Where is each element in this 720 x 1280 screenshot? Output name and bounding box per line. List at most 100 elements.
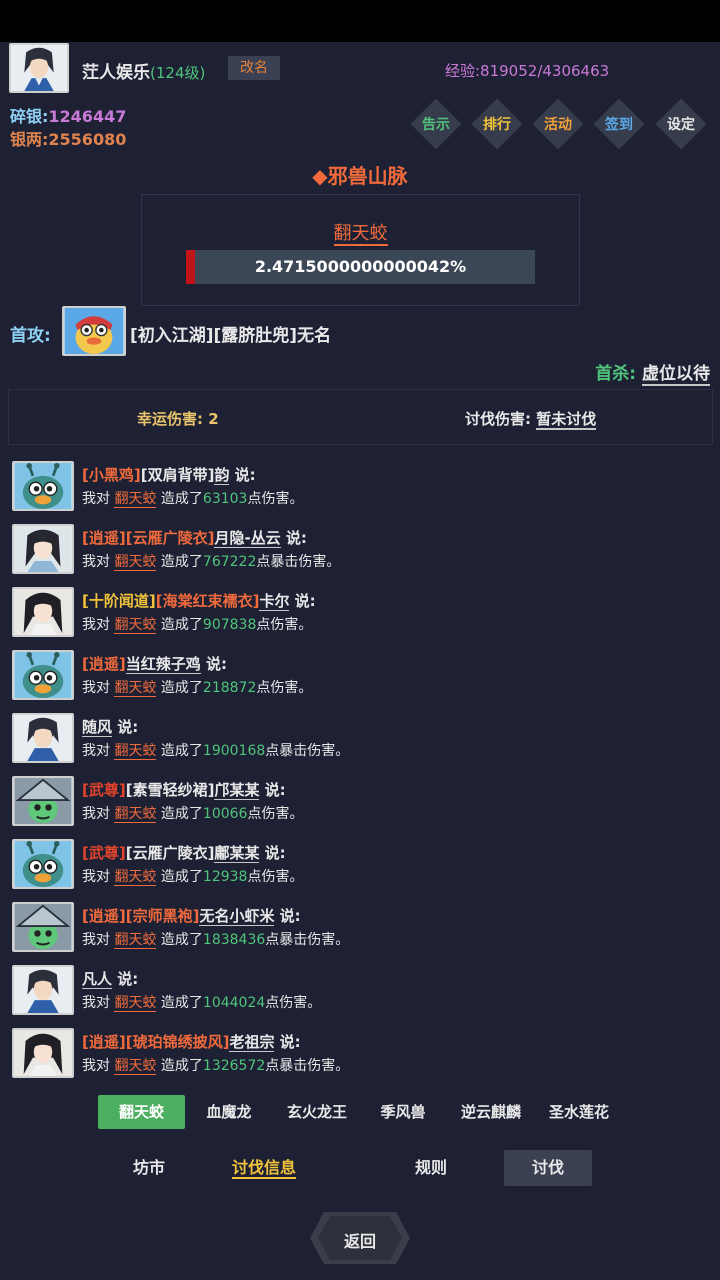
- message-avatar[interactable]: [12, 902, 74, 952]
- boss-link[interactable]: 翻天蛟: [114, 491, 157, 508]
- ranking-button[interactable]: 排行: [467, 98, 527, 150]
- says-label: 说:: [259, 844, 286, 862]
- message-row: [逍遥][宗师黑袍]无名小虾米 说: 我对 翻天蛟 造成了1838436点暴击伤害…: [12, 902, 712, 956]
- speaker-name[interactable]: 随风: [82, 718, 113, 737]
- message-text: 造成了: [156, 932, 203, 948]
- checkin-button[interactable]: 签到: [589, 98, 649, 150]
- message-avatar[interactable]: [12, 650, 74, 700]
- message-text: 点伤害。: [256, 617, 313, 633]
- speaker-name[interactable]: 卡尔: [259, 592, 290, 611]
- player-title-tag: [武尊]: [82, 781, 126, 799]
- message-header: [逍遥][琥珀锦绣披风]老祖宗 说:: [82, 1031, 301, 1052]
- speaker-name[interactable]: 当红辣子鸡: [125, 655, 201, 674]
- message-body: 我对 翻天蛟 造成了63103点伤害。: [82, 488, 303, 508]
- boss-link[interactable]: 翻天蛟: [114, 617, 157, 634]
- speaker-name[interactable]: 老祖宗: [229, 1033, 275, 1052]
- message-avatar[interactable]: [12, 713, 74, 763]
- message-avatar[interactable]: [12, 587, 74, 637]
- first-attack-name[interactable]: [初入江湖][露脐肚兜]无名: [130, 321, 331, 346]
- message-text: 我对: [82, 680, 115, 696]
- message-text: 我对: [82, 806, 115, 822]
- tab-rules[interactable]: 规则: [392, 1150, 470, 1186]
- message-row: [小黑鸡][双肩背带]韵 说: 我对 翻天蛟 造成了63103点伤害。: [12, 461, 712, 515]
- status-bar: [0, 0, 720, 42]
- tab-market[interactable]: 坊市: [110, 1150, 188, 1186]
- says-label: 说:: [280, 529, 307, 547]
- damage-value: 1044024: [202, 995, 266, 1011]
- boss-link[interactable]: 翻天蛟: [114, 1058, 157, 1075]
- boss-link[interactable]: 翻天蛟: [114, 995, 157, 1012]
- player-title-tag: [琥珀锦绣披风]: [125, 1033, 230, 1051]
- boss-link[interactable]: 翻天蛟: [114, 743, 157, 760]
- message-avatar[interactable]: [12, 965, 74, 1015]
- campaign-damage-label: 讨伐伤害:: [465, 410, 537, 428]
- first-kill: 首杀: 虚位以待: [595, 359, 710, 386]
- message-text: 点暴击伤害。: [265, 1058, 350, 1074]
- first-kill-label: 首杀:: [595, 364, 637, 384]
- message-text: 造成了: [156, 1058, 203, 1074]
- message-header: [武尊][云雁广陵衣]鄘某某 说:: [82, 842, 286, 863]
- message-text: 点伤害。: [265, 995, 322, 1011]
- says-label: 说:: [274, 907, 301, 925]
- damage-value: 1838436: [202, 932, 266, 948]
- message-body: 我对 翻天蛟 造成了1326572点暴击伤害。: [82, 1055, 349, 1075]
- boss-link[interactable]: 翻天蛟: [114, 680, 157, 697]
- boss-link[interactable]: 翻天蛟: [114, 869, 157, 886]
- event-label: 活动: [544, 117, 572, 133]
- message-avatar[interactable]: [12, 461, 74, 511]
- message-avatar[interactable]: [12, 524, 74, 574]
- boss-name-text[interactable]: 翻天蛟: [333, 223, 388, 246]
- rename-button[interactable]: 改名: [228, 56, 280, 80]
- player-title-tag: [小黑鸡]: [82, 466, 141, 484]
- notice-button[interactable]: 告示: [406, 98, 466, 150]
- boss-panel: 翻天蛟 2.4715000000000042%: [141, 194, 580, 306]
- boss-link[interactable]: 翻天蛟: [114, 554, 157, 571]
- message-text: 点伤害。: [247, 491, 304, 507]
- message-avatar[interactable]: [12, 839, 74, 889]
- back-label: 返回: [343, 1232, 376, 1251]
- speaker-name[interactable]: 无名小虾米: [199, 907, 275, 926]
- boss-tab-xuemolong[interactable]: 血魔龙: [192, 1095, 266, 1129]
- boss-link[interactable]: 翻天蛟: [114, 806, 157, 823]
- bottom-tab-bar: 坊市 讨伐信息 规则 讨伐: [0, 1150, 720, 1186]
- event-button[interactable]: 活动: [528, 98, 588, 150]
- boss-tab-niyunqilin[interactable]: 逆云麒麟: [448, 1095, 534, 1129]
- speaker-name[interactable]: 邝某某: [214, 781, 260, 800]
- says-label: 说:: [112, 718, 139, 736]
- first-kill-value[interactable]: 虚位以待: [642, 364, 710, 386]
- speaker-name[interactable]: 月隐-丛云: [214, 529, 281, 548]
- settings-label: 设定: [667, 117, 695, 133]
- boss-tab-fantianjiao[interactable]: 翻天蛟: [98, 1095, 185, 1129]
- message-body: 我对 翻天蛟 造成了767222点暴击伤害。: [82, 551, 340, 571]
- tab-campaign-info[interactable]: 讨伐信息: [214, 1150, 314, 1186]
- tab-attack[interactable]: 讨伐: [504, 1150, 592, 1186]
- damage-value: 1900168: [202, 743, 266, 759]
- message-text: 点暴击伤害。: [265, 932, 350, 948]
- boss-tab-jifengshou[interactable]: 季风兽: [368, 1095, 438, 1129]
- first-attack-avatar[interactable]: [62, 306, 126, 356]
- message-body: 我对 翻天蛟 造成了907838点伤害。: [82, 614, 312, 634]
- player-title-tag: [云雁广陵衣]: [125, 844, 215, 862]
- player-title-tag: [逍遥]: [82, 655, 126, 673]
- speaker-name[interactable]: 韵: [214, 466, 230, 485]
- campaign-damage-value[interactable]: 暂未讨伐: [536, 410, 597, 430]
- speaker-name[interactable]: 凡人: [82, 970, 113, 989]
- lucky-damage: 幸运伤害: 2: [137, 410, 219, 428]
- player-name-text: 茳人娱乐: [82, 63, 150, 83]
- boss-tab-shengshuilianhua[interactable]: 圣水莲花: [536, 1095, 622, 1129]
- boss-tab-bar: 翻天蛟 血魔龙 玄火龙王 季风兽 逆云麒麟 圣水莲花: [0, 1095, 720, 1129]
- message-text: 我对: [82, 617, 115, 633]
- settings-button[interactable]: 设定: [651, 98, 711, 150]
- message-body: 我对 翻天蛟 造成了1900168点暴击伤害。: [82, 740, 349, 760]
- message-avatar[interactable]: [12, 776, 74, 826]
- boss-link[interactable]: 翻天蛟: [114, 932, 157, 949]
- speaker-name[interactable]: 鄘某某: [214, 844, 260, 863]
- message-avatar[interactable]: [12, 1028, 74, 1078]
- back-button[interactable]: 返回: [310, 1212, 410, 1264]
- boss-name[interactable]: 翻天蛟: [142, 219, 579, 246]
- boss-tab-xuanhuolongwang[interactable]: 玄火龙王: [274, 1095, 360, 1129]
- player-title-tag: [逍遥]: [82, 1033, 126, 1051]
- checkin-label: 签到: [605, 117, 633, 133]
- exp-display: 经验:819052/4306463: [445, 62, 610, 80]
- player-avatar[interactable]: [9, 43, 69, 93]
